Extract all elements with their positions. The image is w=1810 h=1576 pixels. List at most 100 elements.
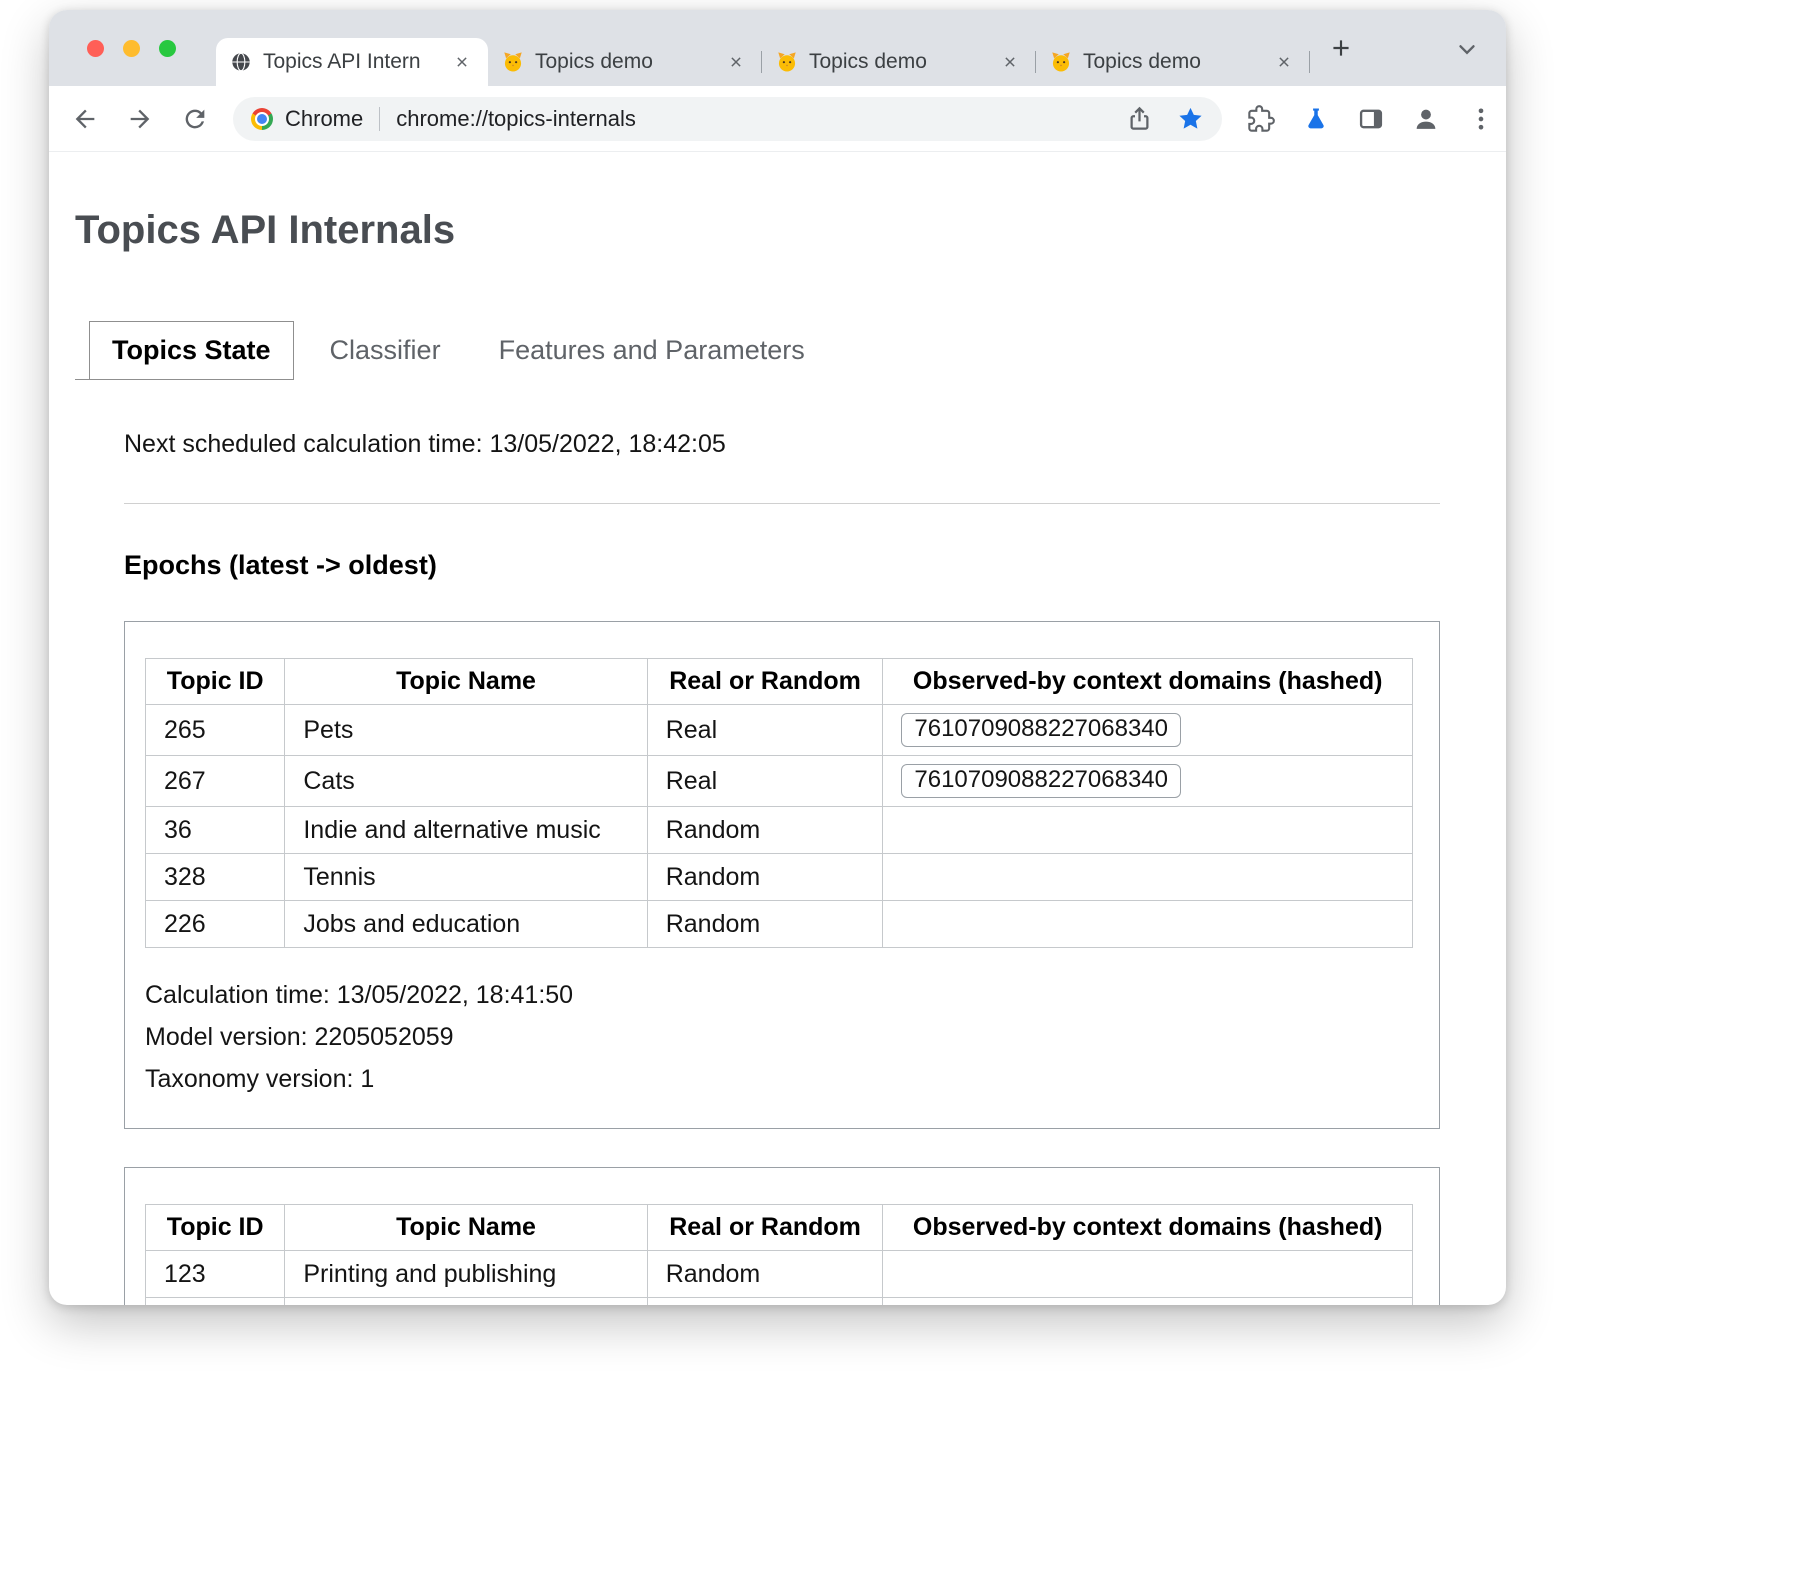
page-tab-bar: Topics State Classifier Features and Par… [89, 321, 1506, 380]
topic-id-header: Topic ID [146, 1205, 285, 1251]
topic-row: 36Indie and alternative musicRandom [146, 807, 1413, 854]
forward-button[interactable] [118, 97, 162, 141]
menu-dots-icon[interactable] [1459, 97, 1503, 141]
observed-domains-cell [883, 1298, 1413, 1306]
topic-row: 265PetsReal 7610709088227068340 [146, 705, 1413, 756]
calculation-time: Calculation time: 13/05/2022, 18:41:50 [145, 974, 1413, 1016]
topic-row: 226Jobs and educationRandom [146, 901, 1413, 948]
browser-tab-topics-demo-3[interactable]: Topics demo [1036, 38, 1310, 86]
browser-tab-strip: Topics API Intern Topics demo [49, 10, 1506, 86]
topic-row: 328TennisRandom [146, 854, 1413, 901]
observed-domains-cell [883, 807, 1413, 854]
share-icon[interactable] [1126, 105, 1153, 132]
taxonomy-version: Taxonomy version: 1 [145, 1058, 1413, 1100]
site-label: Chrome [285, 106, 363, 132]
experiments-flask-icon[interactable] [1294, 97, 1338, 141]
table-header-row: Topic ID Topic Name Real or Random Obser… [146, 1205, 1413, 1251]
browser-tab-topics-internals[interactable]: Topics API Intern [216, 38, 488, 86]
back-button[interactable] [63, 97, 107, 141]
close-window-button[interactable] [87, 40, 104, 57]
observed-domains-header: Observed-by context domains (hashed) [883, 659, 1413, 705]
minimize-window-button[interactable] [123, 40, 140, 57]
tab-features-and-parameters[interactable]: Features and Parameters [477, 322, 827, 379]
tab-title: Topics demo [809, 50, 987, 74]
url-text: chrome://topics-internals [396, 106, 1102, 132]
observed-domains-cell [883, 854, 1413, 901]
new-tab-button[interactable] [1324, 31, 1358, 65]
topic-id-cell: 36 [146, 807, 285, 854]
traffic-lights [87, 40, 176, 57]
topic-id-cell: 265 [146, 705, 285, 756]
observed-domains-cell: 7610709088227068340 [883, 705, 1413, 756]
cat-favicon [502, 51, 524, 73]
extensions-puzzle-icon[interactable] [1239, 97, 1283, 141]
real-or-random-cell: Real [647, 705, 883, 756]
real-or-random-cell: Random [647, 1298, 883, 1306]
real-or-random-header: Real or Random [647, 1205, 883, 1251]
topic-id-cell: 123 [146, 1251, 285, 1298]
real-or-random-cell: Real [647, 756, 883, 807]
topics-state-panel: Next scheduled calculation time: 13/05/2… [124, 430, 1440, 1305]
topic-id-cell: 226 [146, 901, 285, 948]
real-or-random-header: Real or Random [647, 659, 883, 705]
epoch-box-latest: Topic ID Topic Name Real or Random Obser… [124, 621, 1440, 1129]
close-tab-icon[interactable] [998, 50, 1022, 74]
topic-id-header: Topic ID [146, 659, 285, 705]
observed-domains-cell [883, 901, 1413, 948]
epochs-heading: Epochs (latest -> oldest) [124, 550, 1440, 581]
observed-domains-header: Observed-by context domains (hashed) [883, 1205, 1413, 1251]
cat-favicon [1050, 51, 1072, 73]
topic-id-cell: 200 [146, 1298, 285, 1306]
profile-avatar-icon[interactable] [1404, 97, 1448, 141]
observed-domains-cell [883, 1251, 1413, 1298]
tab-title: Topics demo [1083, 50, 1261, 74]
cat-favicon [776, 51, 798, 73]
table-header-row: Topic ID Topic Name Real or Random Obser… [146, 659, 1413, 705]
real-or-random-cell: Random [647, 807, 883, 854]
zoom-window-button[interactable] [159, 40, 176, 57]
tab-title: Topics demo [535, 50, 713, 74]
tab-title: Topics API Intern [263, 50, 439, 74]
close-tab-icon[interactable] [1272, 50, 1296, 74]
tab-topics-state[interactable]: Topics State [89, 321, 294, 380]
topic-name-header: Topic Name [285, 1205, 647, 1251]
tab-classifier[interactable]: Classifier [308, 322, 463, 379]
epoch-box-older: Topic ID Topic Name Real or Random Obser… [124, 1167, 1440, 1305]
topic-name-cell: Tennis [285, 854, 647, 901]
topics-table: Topic ID Topic Name Real or Random Obser… [145, 658, 1413, 948]
chrome-logo-icon [251, 108, 273, 130]
topic-name-cell: Indie and alternative music [285, 807, 647, 854]
reload-button[interactable] [173, 97, 217, 141]
topic-name-cell: Pets [285, 705, 647, 756]
divider [124, 503, 1440, 504]
globe-favicon [230, 51, 252, 73]
next-calculation-time: Next scheduled calculation time: 13/05/2… [124, 430, 1440, 459]
browser-tab-topics-demo-1[interactable]: Topics demo [488, 38, 762, 86]
address-bar[interactable]: Chrome chrome://topics-internals [233, 97, 1222, 141]
topic-id-cell: 328 [146, 854, 285, 901]
toolbar-icons [1239, 97, 1503, 141]
topics-table: Topic ID Topic Name Real or Random Obser… [145, 1204, 1413, 1305]
topic-name-header: Topic Name [285, 659, 647, 705]
model-version: Model version: 2205052059 [145, 1016, 1413, 1058]
hashed-domain-value[interactable]: 7610709088227068340 [901, 713, 1181, 747]
close-tab-icon[interactable] [724, 50, 748, 74]
topic-row: 267CatsReal7610709088227068340 [146, 756, 1413, 807]
observed-domains-cell: 7610709088227068340 [883, 756, 1413, 807]
tab-search-chevron-icon[interactable] [1454, 36, 1480, 62]
topic-name-cell: Jobs and education [285, 901, 647, 948]
browser-tab-topics-demo-2[interactable]: Topics demo [762, 38, 1036, 86]
page-content: Topics API Internals Topics State Classi… [49, 208, 1506, 1305]
bookmark-star-icon[interactable] [1177, 105, 1204, 132]
side-panel-icon[interactable] [1349, 97, 1393, 141]
epoch-meta: Calculation time: 13/05/2022, 18:41:50 M… [145, 974, 1413, 1100]
real-or-random-cell: Random [647, 1251, 883, 1298]
close-tab-icon[interactable] [450, 50, 474, 74]
browser-window: Topics API Intern Topics demo [49, 10, 1506, 1305]
hashed-domain-value[interactable]: 7610709088227068340 [901, 764, 1181, 798]
topic-row: 200Fibre and textile artsRandom [146, 1298, 1413, 1306]
topic-row: 123Printing and publishingRandom [146, 1251, 1413, 1298]
topic-name-cell: Fibre and textile arts [285, 1298, 647, 1306]
omnibox-divider [379, 107, 380, 131]
browser-toolbar: Chrome chrome://topics-internals [49, 86, 1506, 152]
